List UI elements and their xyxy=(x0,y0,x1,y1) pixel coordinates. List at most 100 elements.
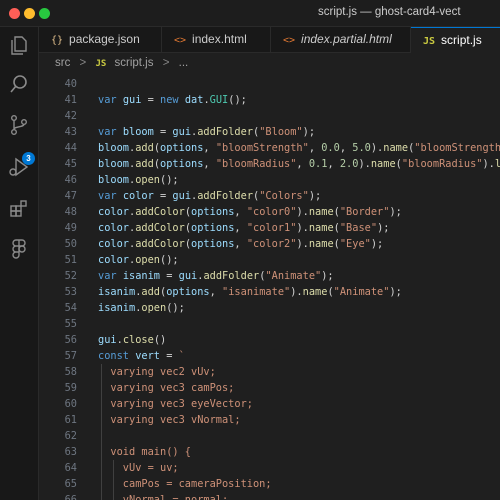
line-number: 43 xyxy=(64,126,77,138)
code-token: name xyxy=(302,286,328,298)
code-token: var xyxy=(98,126,123,138)
breadcrumb-symbol[interactable]: ... xyxy=(179,57,189,69)
code-token: options xyxy=(160,158,204,170)
code-token: = xyxy=(153,190,173,202)
code-line[interactable]: 61 varying vec3 vNormal; xyxy=(39,412,500,428)
tab-index-html[interactable]: <> index.html xyxy=(162,27,271,52)
code-line[interactable]: 52 var isanim = gui.addFolder("Animate"); xyxy=(39,268,500,284)
code-token: 5.0 xyxy=(352,142,371,154)
code-line[interactable]: 54 isanim.open(); xyxy=(39,300,500,316)
search-icon[interactable] xyxy=(7,72,31,96)
figma-icon[interactable] xyxy=(7,237,31,261)
code-token: color xyxy=(98,206,129,218)
code-text: varying vec2 vUv; xyxy=(98,364,215,380)
breadcrumb-folder[interactable]: src xyxy=(55,57,70,69)
code-line[interactable]: 56 gui.close() xyxy=(39,332,500,348)
code-token: = xyxy=(141,94,161,106)
code-text: gui.close() xyxy=(98,332,166,348)
code-token: , xyxy=(234,206,247,218)
tab-index-partial-html[interactable]: <> index.partial.html xyxy=(271,27,411,52)
code-token: "bloomRadius" xyxy=(401,158,483,170)
code-token: 0.0 xyxy=(321,142,340,154)
code-editor[interactable]: 40 41 var gui = new dat.GUI(); 42 43 var bloo… xyxy=(39,73,500,500)
code-token: () xyxy=(153,334,167,346)
code-token: , xyxy=(203,142,216,154)
line-number: 47 xyxy=(64,190,77,202)
code-line[interactable]: 45 bloom.add(options, "bloomRadius", 0.1,… xyxy=(39,156,500,172)
code-line[interactable]: 50 color.addColor(options, "color2").name… xyxy=(39,236,500,252)
code-text: color.addColor(options, "color0").name("… xyxy=(98,204,402,220)
code-text: var isanim = gui.addFolder("Animate"); xyxy=(98,268,334,284)
line-number: 59 xyxy=(64,382,77,394)
code-text: vUv = uv; xyxy=(98,460,179,476)
code-text: vNormal = normal; xyxy=(98,492,228,500)
code-line[interactable]: 57 const vert = ` xyxy=(39,348,500,364)
code-line[interactable]: 46 bloom.open(); xyxy=(39,172,500,188)
line-number: 51 xyxy=(64,254,77,266)
code-token: = xyxy=(160,270,179,282)
code-token: name xyxy=(308,238,334,250)
code-line[interactable]: 44 bloom.add(options, "bloomStrength", 0.… xyxy=(39,140,500,156)
line-number: 50 xyxy=(64,238,77,250)
code-token: open xyxy=(135,254,161,266)
code-line[interactable]: 40 xyxy=(39,76,500,92)
code-line[interactable]: 42 xyxy=(39,108,500,124)
tab-package-json[interactable]: {} package.json xyxy=(39,27,162,52)
code-line[interactable]: 59 varying vec3 camPos; xyxy=(39,380,500,396)
code-line[interactable]: 60 varying vec3 eyeVector; xyxy=(39,396,500,412)
code-token: color xyxy=(98,238,129,250)
code-token: bloom xyxy=(122,126,154,138)
code-line[interactable]: 58 varying vec2 vUv; xyxy=(39,364,500,380)
code-text: bloom.add(options, "bloomStrength", 0.0,… xyxy=(98,140,500,156)
code-token: options xyxy=(191,222,235,234)
code-line[interactable]: 64 vUv = uv; xyxy=(39,460,500,476)
code-line[interactable]: 41 var gui = new dat.GUI(); xyxy=(39,92,500,108)
code-line[interactable]: 47 var color = gui.addFolder("Colors"); xyxy=(39,188,500,204)
code-token: "Colors" xyxy=(259,190,309,202)
code-token: ); xyxy=(389,206,402,218)
code-token: , xyxy=(234,222,247,234)
editor-tabs: {} package.json <> index.html <> index.part… xyxy=(39,27,500,53)
explorer-icon[interactable] xyxy=(7,33,31,57)
code-token: const xyxy=(98,350,136,362)
source-control-icon[interactable] xyxy=(7,113,31,137)
run-debug-icon[interactable] xyxy=(7,155,31,179)
code-line[interactable]: 65 camPos = cameraPosition; xyxy=(39,476,500,492)
code-token: "Animate" xyxy=(265,270,322,282)
code-line[interactable]: 51 color.open(); xyxy=(39,252,500,268)
code-token: open xyxy=(135,174,161,186)
line-number: 48 xyxy=(64,206,77,218)
html-file-icon: <> xyxy=(283,35,296,46)
code-line[interactable]: 66 vNormal = normal; xyxy=(39,492,500,500)
extensions-icon[interactable] xyxy=(7,196,31,220)
tab-label: package.json xyxy=(69,32,140,46)
code-token: ). xyxy=(358,158,371,170)
close-window-button[interactable] xyxy=(9,8,20,19)
code-token: "bloomRadius" xyxy=(215,158,297,170)
code-token: "color1" xyxy=(246,222,297,234)
maximize-window-button[interactable] xyxy=(39,8,50,19)
code-line[interactable]: 62 xyxy=(39,428,500,444)
code-token: isanim xyxy=(122,270,161,282)
code-line[interactable]: 63 void main() { xyxy=(39,444,500,460)
code-token: ). xyxy=(296,222,309,234)
code-token: camPos = cameraPosition; xyxy=(98,478,272,490)
code-line[interactable]: 48 color.addColor(options, "color0").name… xyxy=(39,204,500,220)
code-token: = xyxy=(153,126,173,138)
code-text: bloom.add(options, "bloomRadius", 0.1, 2… xyxy=(98,156,500,172)
code-token: varying vec3 camPos; xyxy=(98,382,235,394)
code-line[interactable]: 49 color.addColor(options, "color1").name… xyxy=(39,220,500,236)
line-number: 46 xyxy=(64,174,77,186)
tab-script-js[interactable]: JS script.js xyxy=(411,27,500,53)
line-number: 64 xyxy=(64,462,77,474)
code-token: 2.0 xyxy=(339,158,359,170)
code-line[interactable]: 43 var bloom = gui.addFolder("Bloom"); xyxy=(39,124,500,140)
code-text: const vert = ` xyxy=(98,348,185,364)
line-number: 54 xyxy=(64,302,77,314)
code-line[interactable]: 53 isanim.add(options, "isanimate").name(… xyxy=(39,284,500,300)
line-number: 40 xyxy=(64,78,77,90)
code-line[interactable]: 55 xyxy=(39,316,500,332)
minimize-window-button[interactable] xyxy=(24,8,35,19)
breadcrumb-file[interactable]: script.js xyxy=(115,57,154,69)
code-token: , xyxy=(234,238,247,250)
